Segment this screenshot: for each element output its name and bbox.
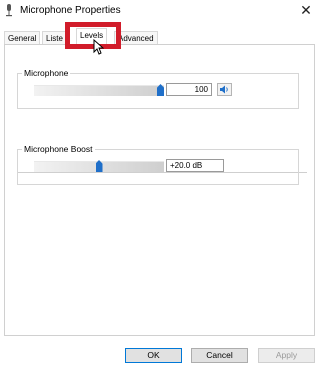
speaker-icon bbox=[220, 85, 228, 94]
levels-panel: Microphone 100 Microphone Boost +20.0 dB bbox=[4, 44, 315, 336]
window-title: Microphone Properties bbox=[20, 5, 121, 16]
microphone-label: Microphone bbox=[22, 68, 71, 78]
apply-button[interactable]: Apply bbox=[258, 348, 315, 363]
tab-general[interactable]: General bbox=[4, 31, 41, 45]
tab-strip: General Liste Levels Advanced bbox=[4, 28, 314, 46]
boost-level-field[interactable]: +20.0 dB bbox=[166, 159, 224, 172]
tab-listen[interactable]: Liste bbox=[42, 31, 67, 45]
mute-button[interactable] bbox=[217, 83, 232, 96]
microphone-level-field[interactable]: 100 bbox=[166, 83, 212, 96]
microphone-boost-label: Microphone Boost bbox=[22, 144, 95, 154]
microphone-group: Microphone 100 bbox=[17, 68, 299, 109]
title-bar: Microphone Properties ✕ bbox=[0, 0, 321, 22]
microphone-boost-group: Microphone Boost +20.0 dB bbox=[17, 144, 299, 185]
cancel-button[interactable]: Cancel bbox=[191, 348, 248, 363]
mouse-cursor-icon bbox=[93, 39, 104, 55]
ok-button[interactable]: OK bbox=[125, 348, 182, 363]
microphone-icon bbox=[6, 4, 12, 17]
microphone-slider-track[interactable] bbox=[34, 85, 164, 96]
close-button[interactable]: ✕ bbox=[298, 2, 314, 18]
